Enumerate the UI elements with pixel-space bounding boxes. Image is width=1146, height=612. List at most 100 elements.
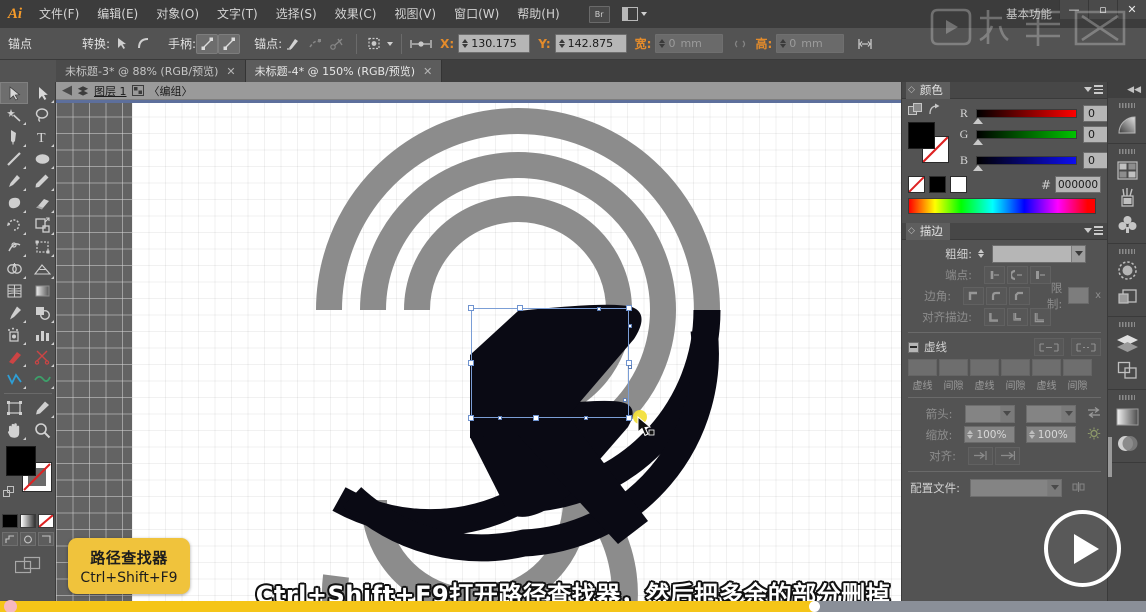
blob-brush-tool[interactable] (0, 192, 28, 214)
path-anchor-2[interactable] (628, 324, 632, 328)
isolate-object-icon[interactable] (365, 34, 387, 54)
bevel-join-button[interactable] (1009, 287, 1030, 305)
direct-selection-tool[interactable] (28, 82, 56, 104)
close-button[interactable]: ✕ (1117, 0, 1146, 19)
align-outside-stroke-button[interactable] (1030, 308, 1051, 326)
workspace-switcher[interactable] (622, 7, 647, 21)
color-fill-swatch[interactable] (908, 122, 935, 149)
shape-builder-tool[interactable] (0, 258, 28, 280)
transparency2-icon[interactable] (1108, 430, 1146, 457)
symbols-icon[interactable] (1108, 211, 1146, 238)
type-tool[interactable]: T (28, 126, 56, 148)
connect-paths-icon[interactable] (304, 34, 326, 54)
canvas-area[interactable] (56, 100, 901, 612)
play-button[interactable] (1044, 510, 1121, 587)
appearance-icon[interactable] (1108, 284, 1146, 311)
perspective-grid-tool[interactable] (28, 258, 56, 280)
align-center-stroke-button[interactable] (984, 308, 1005, 326)
drag-grip[interactable] (1119, 103, 1135, 108)
breadcrumb-layer[interactable]: 图层 1 (94, 83, 127, 99)
hex-input[interactable]: 000000 (1055, 176, 1101, 193)
magic-wand-tool[interactable] (0, 104, 28, 126)
arrow-scale-start-input[interactable]: 100% (964, 426, 1014, 443)
path-anchor-3[interactable] (628, 365, 632, 369)
swap-fill-stroke-icon[interactable] (3, 486, 16, 499)
scale-tool[interactable] (28, 214, 56, 236)
width-tool[interactable] (0, 236, 28, 258)
drag-grip[interactable] (1119, 149, 1135, 154)
swatches-icon[interactable] (1108, 157, 1146, 184)
selection-tool[interactable] (0, 82, 28, 104)
projecting-cap-button[interactable] (1030, 266, 1051, 284)
collapse-icon[interactable]: ◇ (908, 226, 915, 236)
scale-start-spinner[interactable] (967, 430, 973, 439)
align-inside-stroke-button[interactable] (1007, 308, 1028, 326)
none-swatch[interactable] (908, 176, 925, 193)
artboard-tool[interactable] (0, 397, 28, 419)
fill-swatch[interactable] (6, 446, 36, 476)
align-reference-icon[interactable] (410, 34, 432, 54)
line-segment-tool[interactable] (0, 148, 28, 170)
back-arrow-icon[interactable]: ◀ (62, 83, 72, 98)
cut-path-icon[interactable] (326, 34, 348, 54)
gradient-icon[interactable] (1108, 403, 1146, 430)
breadcrumb-group[interactable]: 〈编组〉 (149, 83, 193, 99)
dash-input-1[interactable] (908, 359, 937, 376)
color-panel-tab[interactable]: ◇ 颜色 (906, 82, 950, 99)
ellipse-tool[interactable] (28, 148, 56, 170)
rotate-tool[interactable] (0, 214, 28, 236)
y-spinner[interactable] (559, 39, 565, 48)
color-spectrum-bar[interactable] (908, 198, 1096, 214)
color-panel-menu-icon[interactable] (1084, 85, 1103, 94)
drag-grip[interactable] (1119, 249, 1135, 254)
convert-to-smooth-icon[interactable] (132, 34, 154, 54)
b-slider-track[interactable] (976, 156, 1077, 165)
dash-input-2[interactable] (939, 359, 968, 376)
bbox-handle-bl[interactable] (468, 415, 474, 421)
column-graph-tool[interactable] (28, 324, 56, 346)
scale-end-spinner[interactable] (1029, 430, 1035, 439)
panel-scrollbar[interactable] (1108, 437, 1112, 477)
profile-select[interactable] (970, 479, 1062, 497)
stroke-panel-menu-icon[interactable] (1084, 226, 1103, 235)
path-anchor-6[interactable] (498, 416, 502, 420)
g-slider-track[interactable] (976, 130, 1077, 139)
link-arrow-scales-icon[interactable] (1087, 425, 1101, 444)
drag-grip[interactable] (1119, 395, 1135, 400)
pen-tool[interactable] (0, 126, 28, 148)
color-fill-stroke-swatches[interactable] (908, 118, 954, 164)
arrowhead-start-select[interactable] (965, 405, 1015, 423)
width-input[interactable]: 0 mm (655, 34, 723, 53)
miter-join-button[interactable] (963, 287, 984, 305)
warp-tool[interactable] (0, 368, 28, 390)
bbox-handle-tr[interactable] (626, 305, 632, 311)
change-screen-mode-icon[interactable] (15, 556, 41, 574)
video-progress-bar[interactable] (0, 601, 1146, 612)
constrain-proportions-icon[interactable] (729, 34, 751, 54)
blend-tool[interactable] (28, 302, 56, 324)
dash-align-corners-button[interactable] (1071, 338, 1101, 356)
bbox-handle-br[interactable] (626, 415, 632, 421)
height-input[interactable]: 0 mm (776, 34, 844, 53)
menu-help[interactable]: 帮助(H) (508, 0, 568, 28)
color-fill-button[interactable] (2, 514, 18, 528)
paintbrush-tool[interactable] (0, 170, 28, 192)
arrow-scale-end-input[interactable]: 100% (1026, 426, 1076, 443)
stroke-panel-header[interactable]: ◇ 描边 (902, 223, 1107, 240)
transform-each-icon[interactable] (854, 34, 876, 54)
g-slider-knob[interactable] (973, 139, 983, 145)
butt-cap-button[interactable] (984, 266, 1005, 284)
dash-input-4[interactable] (1001, 359, 1030, 376)
menu-view[interactable]: 视图(V) (385, 0, 445, 28)
dash-input-3[interactable] (970, 359, 999, 376)
menu-window[interactable]: 窗口(W) (445, 0, 508, 28)
remove-anchor-icon[interactable] (282, 34, 304, 54)
layers-icon[interactable] (1108, 330, 1146, 357)
bbox-handle-tc[interactable] (517, 305, 523, 311)
artboards-icon[interactable] (1108, 357, 1146, 384)
arrowhead-end-select[interactable] (1026, 405, 1076, 423)
drag-grip[interactable] (1119, 322, 1135, 327)
close-icon[interactable]: ✕ (226, 65, 235, 78)
fullscreen-mode-button[interactable] (38, 532, 54, 546)
progress-handle[interactable] (809, 601, 820, 612)
